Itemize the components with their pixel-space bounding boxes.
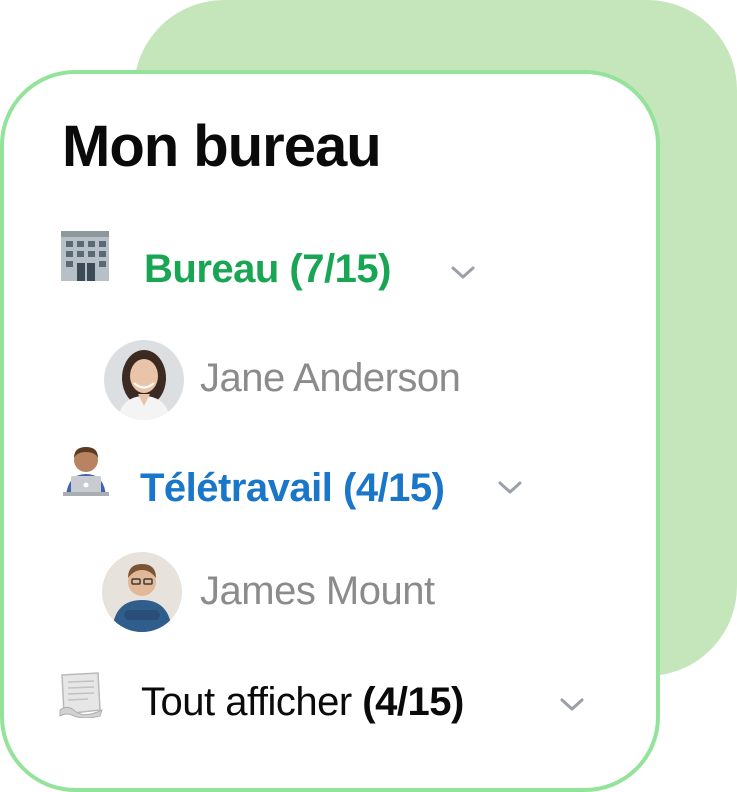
show-all-toggle[interactable]: Tout afficher (4/15) <box>141 678 464 726</box>
chevron-down-icon[interactable] <box>559 697 585 713</box>
widget-title: Mon bureau <box>62 114 382 179</box>
office-building-icon <box>58 228 112 287</box>
chevron-down-icon[interactable] <box>497 480 523 496</box>
show-all-label: Tout afficher <box>141 680 352 724</box>
avatar <box>104 340 184 420</box>
avatar <box>102 552 182 632</box>
chevron-down-icon[interactable] <box>450 265 476 281</box>
member-name: James Mount <box>200 569 435 613</box>
remote-worker-laptop-icon <box>60 444 112 501</box>
member-name: Jane Anderson <box>200 356 461 400</box>
section-bureau-toggle[interactable]: Bureau (7/15) <box>144 245 391 293</box>
section-teletravail-toggle[interactable]: Télétravail (4/15) <box>140 464 445 512</box>
document-icon <box>56 670 106 723</box>
show-all-count: (4/15) <box>362 680 464 724</box>
